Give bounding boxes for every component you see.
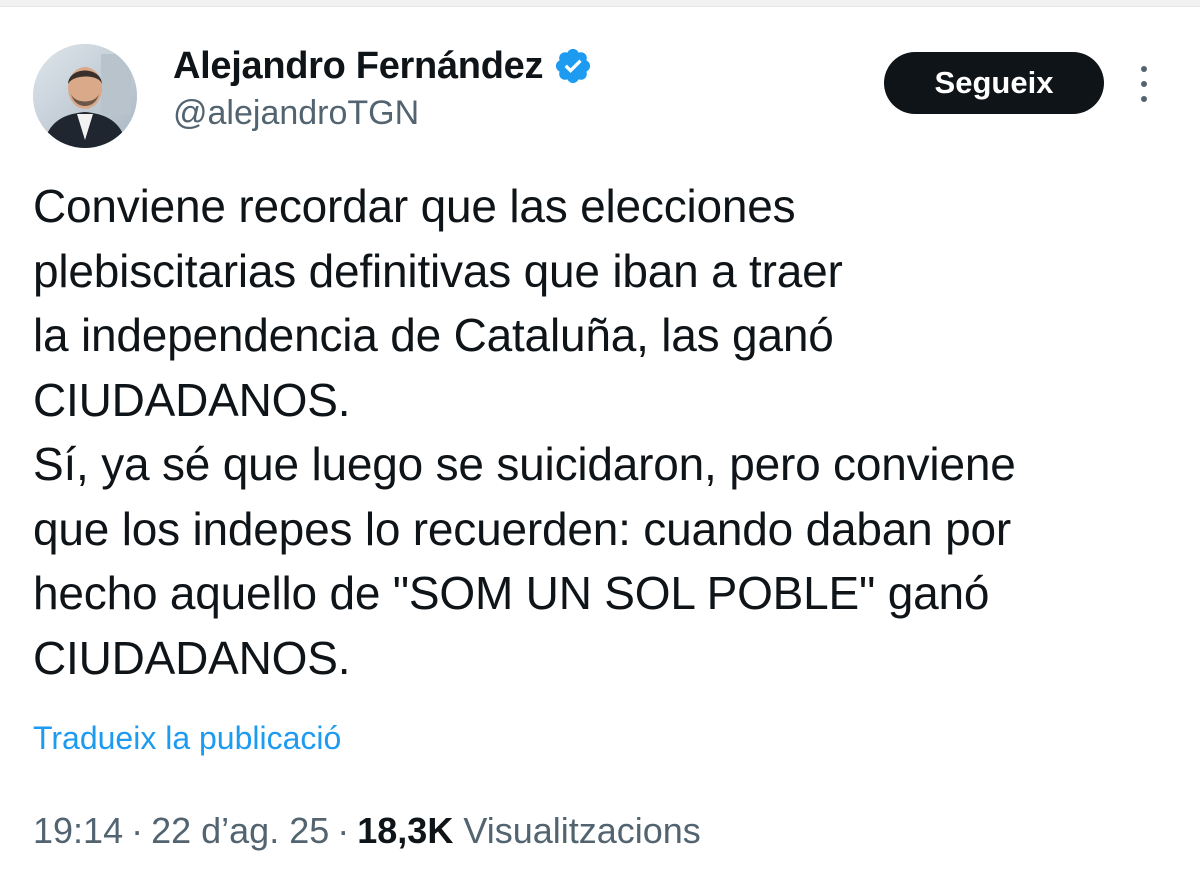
tweet-metadata: 19:14 · 22 d’ag. 25 · 18,3K Visualitzaci… (33, 810, 701, 852)
author-handle[interactable]: @alejandroTGN (173, 94, 419, 133)
translate-post-link[interactable]: Tradueix la publicació (33, 720, 341, 757)
author-name-row: Alejandro Fernández (173, 42, 593, 90)
avatar-image (33, 44, 137, 148)
follow-button[interactable]: Segueix (884, 52, 1104, 114)
meta-separator: · (131, 810, 144, 851)
tweet-text-line: hecho aquello de "SOM UN SOL POBLE" ganó (33, 567, 990, 619)
meta-separator: · (337, 810, 350, 851)
tweet-time[interactable]: 19:14 (33, 810, 123, 852)
more-dot (1141, 96, 1147, 102)
more-dot (1141, 66, 1147, 72)
tweet-text-line: CIUDADANOS. (33, 631, 351, 684)
views-label[interactable]: Visualitzacions (463, 810, 700, 852)
tweet-text-line: la independencia de Cataluña, las ganó (33, 309, 834, 361)
tweet-text-line: CIUDADANOS. (33, 373, 351, 426)
tweet-date[interactable]: 22 d’ag. 25 (151, 810, 329, 852)
views-count[interactable]: 18,3K (357, 810, 453, 852)
top-divider (0, 0, 1200, 7)
verified-badge-icon[interactable] (553, 46, 593, 86)
author-display-name[interactable]: Alejandro Fernández (173, 45, 543, 88)
more-vertical-icon[interactable] (1130, 62, 1158, 106)
more-dot (1141, 81, 1147, 87)
avatar[interactable] (33, 44, 137, 148)
tweet-text-line: Conviene recordar que las elecciones (33, 180, 796, 232)
tweet-text-line: Sí, ya sé que luego se suicidaron, pero … (33, 438, 1016, 490)
tweet-text-line: plebiscitarias definitivas que iban a tr… (33, 244, 843, 297)
tweet-text-line: que los indepes lo recuerden: cuando dab… (33, 502, 1011, 555)
tweet-text: Conviene recordar que las elecciones ple… (33, 174, 1173, 690)
